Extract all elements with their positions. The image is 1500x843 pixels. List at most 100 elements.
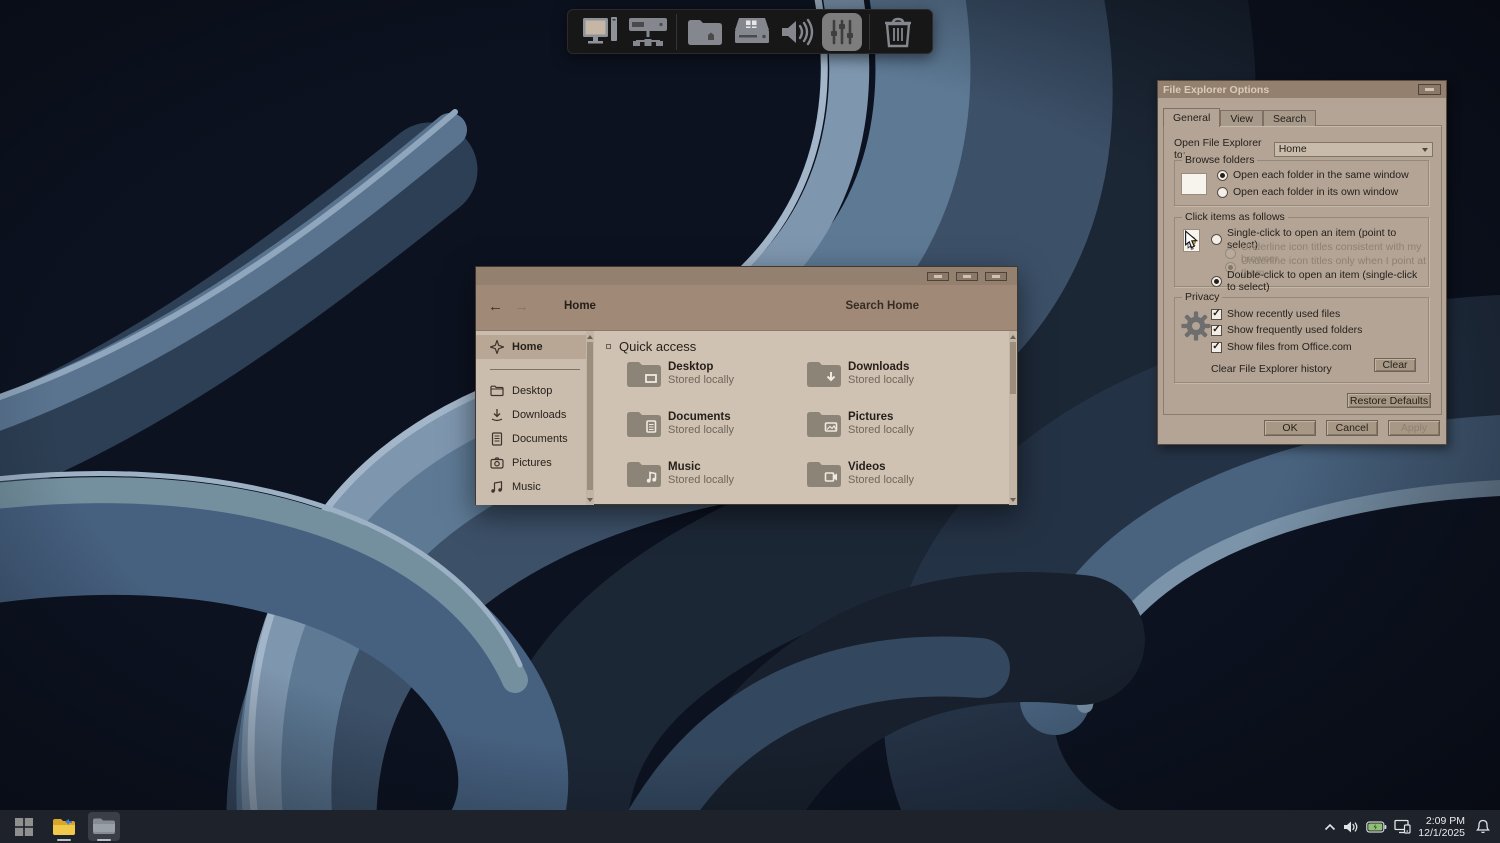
apply-button[interactable]: Apply [1388,420,1440,436]
tab-search[interactable]: Search [1262,110,1317,126]
radio-label: Open each folder in its own window [1233,186,1399,198]
battery-icon[interactable] [1366,820,1387,833]
folder-downloads-icon [807,362,841,387]
folder-music-icon [627,462,661,487]
scroll-down-icon[interactable] [1009,495,1017,504]
quick-access-item-pictures[interactable]: Pictures Stored locally [806,409,986,459]
checkbox-office-files[interactable]: ✓ Show files from Office.com [1211,341,1352,353]
forward-icon[interactable]: → [514,298,529,316]
item-name: Pictures [848,411,894,423]
user-folder-icon[interactable] [684,13,726,51]
checkbox-label: Show files from Office.com [1227,341,1352,353]
section-title: Quick access [619,339,697,354]
scroll-up-icon[interactable] [1009,332,1017,341]
cancel-button[interactable]: Cancel [1326,420,1378,436]
quick-access-item-videos[interactable]: Videos Stored locally [806,459,986,509]
checkbox-recent-files[interactable]: ✓ Show recently used files [1211,308,1340,320]
tab-view[interactable]: View [1220,110,1263,126]
section-collapse-icon[interactable] [606,344,611,349]
notifications-bell-icon[interactable] [1476,819,1490,834]
taskbar-app-file-explorer[interactable] [88,812,120,841]
scroll-down-icon[interactable] [586,495,594,504]
restore-defaults-button[interactable]: Restore Defaults [1347,393,1431,408]
sidebar-scrollbar[interactable] [586,331,594,505]
minimize-button[interactable] [927,271,949,281]
sidebar-item-documents[interactable]: Documents [476,427,586,451]
sidebar-item-label: Music [512,481,541,493]
taskbar-app-explorer-options[interactable] [48,812,80,841]
single-click-icon [1183,229,1200,252]
checkbox-icon: ✓ [1211,324,1222,336]
radio-double-click[interactable]: Double-click to open an item (single-cli… [1211,269,1428,293]
sidebar-item-music[interactable]: Music [476,475,586,499]
dialog-title: File Explorer Options [1163,83,1270,96]
general-tab-page: Open File Explorer to: Home Browse folde… [1163,125,1442,415]
quick-access-item-music[interactable]: Music Stored locally [626,459,806,509]
search-input[interactable]: Search Home [845,300,919,312]
checkbox-label: Show frequently used folders [1227,324,1363,336]
item-name: Downloads [848,361,910,373]
cast-display-icon[interactable] [1394,819,1411,834]
volume-icon[interactable] [776,13,818,51]
click-items-group: Click items as follows Single-click to o… [1174,211,1429,293]
this-pc-icon[interactable] [581,13,623,51]
item-status: Stored locally [848,424,915,436]
scrollbar-thumb[interactable] [587,342,593,490]
volume-tray-icon[interactable] [1343,820,1359,834]
quick-access-item-desktop[interactable]: Desktop Stored locally [626,359,806,409]
top-dock [567,9,933,54]
item-status: Stored locally [848,474,915,486]
download-arrow-icon [491,409,503,422]
maximize-button[interactable] [956,271,978,281]
quick-access-item-downloads[interactable]: Downloads Stored locally [806,359,986,409]
ok-button[interactable]: OK [1264,420,1316,436]
sidebar-item-label: Documents [512,433,568,445]
sidebar-item-home[interactable]: Home [476,335,586,359]
folder-pictures-icon [807,412,841,437]
clock-time: 2:09 PM [1425,814,1465,827]
open-to-dropdown[interactable]: Home [1273,141,1433,157]
content-scrollbar[interactable] [1009,331,1017,505]
tab-general[interactable]: General [1163,108,1221,127]
scroll-up-icon[interactable] [586,332,594,341]
start-button[interactable] [8,812,40,841]
running-indicator [97,839,111,841]
back-icon[interactable]: ← [488,298,503,316]
folder-desktop-icon [627,362,661,387]
clear-button[interactable]: Clear [1374,358,1416,372]
item-status: Stored locally [668,374,735,386]
radio-own-window[interactable]: Open each folder in its own window [1217,186,1398,198]
clock[interactable]: 2:09 PM 12/1/2025 [1418,815,1465,839]
sidebar-item-downloads[interactable]: Downloads [476,403,586,427]
close-button[interactable] [985,271,1007,281]
windows-logo-icon [15,817,33,836]
sidebar-item-pictures[interactable]: Pictures [476,451,586,475]
clock-date: 12/1/2025 [1418,826,1465,839]
item-name: Documents [668,411,731,423]
radio-same-window[interactable]: Open each folder in the same window [1217,169,1409,181]
explorer-navbar: ← → Home Search Home [476,285,1017,331]
gray-folder-icon [93,818,115,834]
scrollbar-thumb[interactable] [1010,342,1016,394]
hidden-icons-chevron-icon[interactable] [1324,823,1336,831]
dialog-tabs: General View Search [1163,107,1317,127]
open-to-value: Home [1278,143,1307,155]
browse-folders-group: Browse folders Open each folder in the s… [1174,154,1429,206]
sidebar-item-desktop[interactable]: Desktop [476,379,586,403]
close-button[interactable] [1418,84,1441,95]
os-drive-icon[interactable] [730,13,772,51]
folder-icon [490,385,504,397]
network-icon[interactable] [627,13,669,51]
file-explorer-options-dialog: File Explorer Options General View Searc… [1157,80,1447,445]
radio-icon [1211,275,1222,287]
item-name: Music [668,461,701,473]
quick-access-item-documents[interactable]: Documents Stored locally [626,409,806,459]
home-star-icon [490,340,504,354]
checkbox-frequent-folders[interactable]: ✓ Show frequently used folders [1211,324,1362,336]
item-status: Stored locally [848,374,915,386]
settings-mixer-icon[interactable] [822,12,862,51]
radio-icon [1211,233,1222,245]
folder-videos-icon [807,462,841,487]
breadcrumb[interactable]: Home [564,300,596,312]
recycle-bin-icon[interactable] [877,13,919,51]
